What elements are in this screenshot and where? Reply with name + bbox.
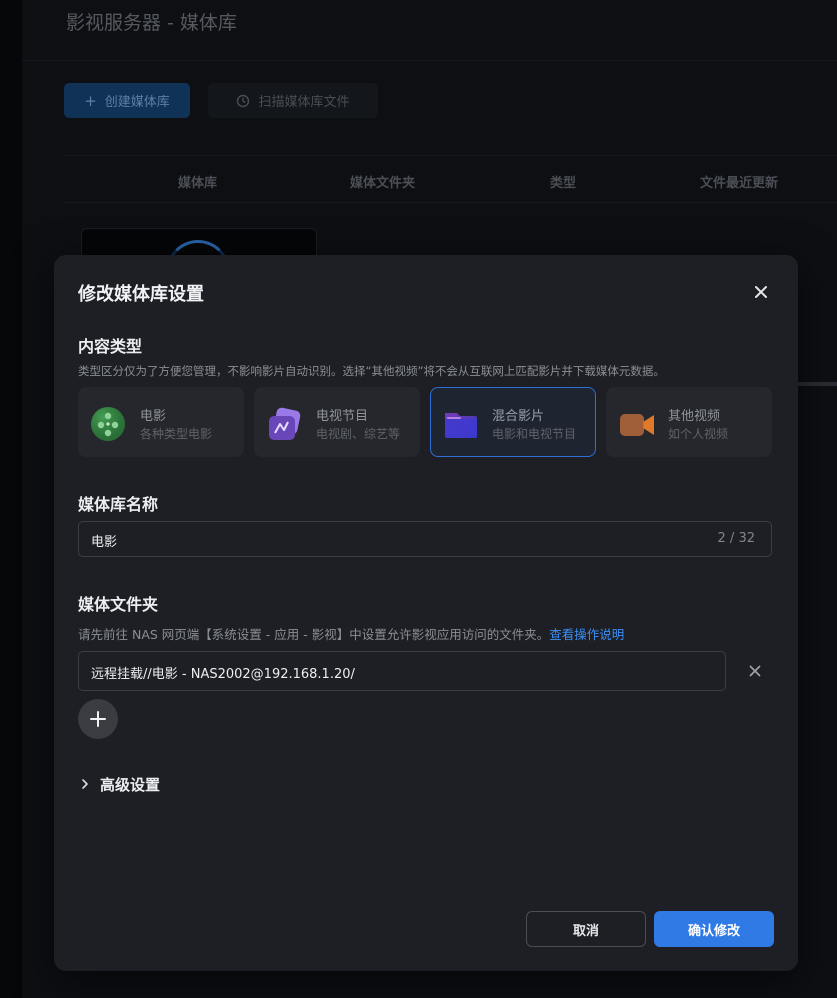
type-option-mixed[interactable]: 混合影片 电影和电视节目 <box>430 387 596 457</box>
scan-clock-icon <box>237 94 250 107</box>
column-header-folder: 媒体文件夹 <box>350 176 416 191</box>
dialog-title: 修改媒体库设置 <box>78 284 204 305</box>
content-type-title: 内容类型 <box>78 337 143 356</box>
column-header-library: 媒体库 <box>178 176 218 191</box>
chevron-right-icon <box>82 779 88 789</box>
type-option-name: 混合影片 <box>492 409 545 424</box>
type-option-tv[interactable]: 电视节目 电视剧、综艺等 <box>254 387 420 457</box>
type-option-name: 电影 <box>140 409 167 424</box>
scan-library-button[interactable]: 扫描媒体库文件 <box>208 83 378 118</box>
confirm-button[interactable]: 确认修改 <box>654 911 774 947</box>
header-divider <box>22 60 837 61</box>
media-folder-title: 媒体文件夹 <box>78 595 159 614</box>
plus-icon <box>90 711 106 727</box>
type-option-sub: 电影和电视节目 <box>492 427 577 441</box>
media-folder-description-text: 请先前往 NAS 网页端【系统设置 - 应用 - 影视】中设置允许影视应用访问的… <box>78 627 550 642</box>
type-option-sub: 电视剧、综艺等 <box>316 427 401 441</box>
close-icon[interactable] <box>750 281 772 303</box>
film-reel-icon <box>91 407 125 441</box>
create-library-label: 创建媒体库 <box>104 95 170 110</box>
folder-icon <box>445 413 477 438</box>
character-count: 2 / 32 <box>717 531 755 546</box>
content-type-options: 电影 各种类型电影 电视节目 电视剧、综艺等 混合影片 电影和电视节目 其他视频… <box>78 387 772 457</box>
edit-library-dialog: 修改媒体库设置 内容类型 类型区分仅为了方便您管理，不影响影片自动识别。选择“其… <box>54 255 798 971</box>
scan-library-label: 扫描媒体库文件 <box>258 95 350 110</box>
library-name-input[interactable]: 电影 2 / 32 <box>78 521 772 557</box>
background-scrollbar <box>798 382 837 386</box>
library-name-value: 电影 <box>91 535 118 550</box>
page-title: 影视服务器 - 媒体库 <box>66 12 237 34</box>
left-rail <box>0 0 22 998</box>
type-option-name: 其他视频 <box>668 409 721 424</box>
library-name-title: 媒体库名称 <box>78 495 159 514</box>
type-option-movie[interactable]: 电影 各种类型电影 <box>78 387 244 457</box>
tv-icon <box>269 407 301 440</box>
type-option-other[interactable]: 其他视频 如个人视频 <box>606 387 772 457</box>
remove-folder-icon[interactable] <box>744 660 766 682</box>
type-option-sub: 各种类型电影 <box>140 427 213 441</box>
media-folder-path: 远程挂载//电影 - NAS2002@192.168.1.20/ <box>91 667 355 682</box>
add-folder-button[interactable] <box>78 699 118 739</box>
media-folder-description: 请先前往 NAS 网页端【系统设置 - 应用 - 影视】中设置允许影视应用访问的… <box>78 624 624 643</box>
type-option-name: 电视节目 <box>316 409 369 424</box>
create-library-button[interactable]: + 创建媒体库 <box>64 83 190 118</box>
advanced-settings-label: 高级设置 <box>100 775 161 794</box>
video-camera-icon <box>620 414 654 436</box>
cancel-button[interactable]: 取消 <box>526 911 646 947</box>
view-instructions-link[interactable]: 查看操作说明 <box>549 627 624 642</box>
type-option-sub: 如个人视频 <box>668 427 729 441</box>
library-table-header: 媒体库 媒体文件夹 类型 文件最近更新 <box>64 155 837 203</box>
media-folder-field[interactable]: 远程挂载//电影 - NAS2002@192.168.1.20/ <box>78 651 726 691</box>
column-header-type: 类型 <box>550 176 577 191</box>
plus-icon: + <box>84 91 97 110</box>
advanced-settings-toggle[interactable]: 高级设置 <box>78 773 160 795</box>
content-type-description: 类型区分仅为了方便您管理，不影响影片自动识别。选择“其他视频”将不会从互联网上匹… <box>78 364 665 378</box>
column-header-updated: 文件最近更新 <box>700 176 779 191</box>
